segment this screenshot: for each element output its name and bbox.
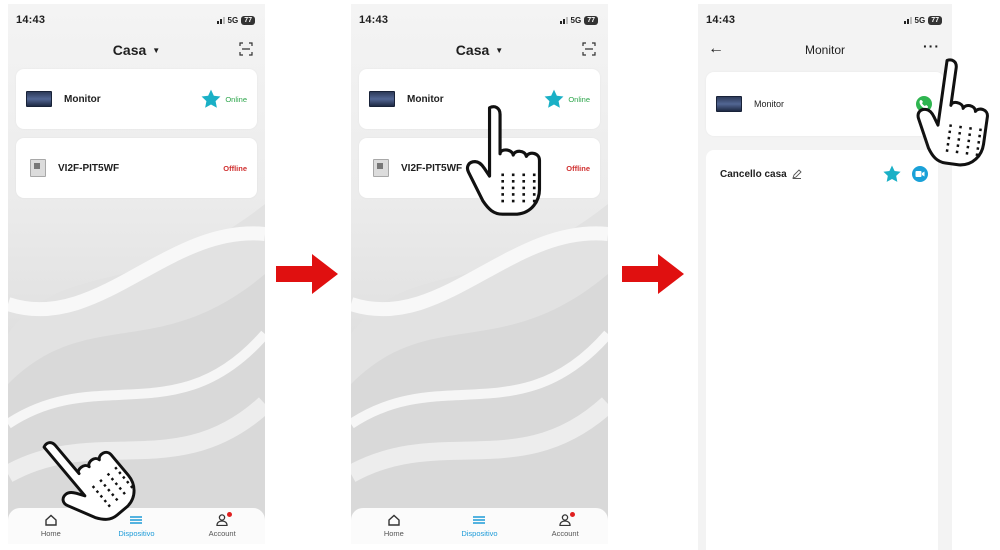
- status-bar: 14:43 5G 77: [359, 11, 598, 29]
- gate-list-panel: Cancello casa: [706, 150, 938, 550]
- devices-icon: [473, 516, 486, 524]
- status-bar: 14:43 5G 77: [706, 11, 942, 29]
- battery-icon: 77: [928, 15, 942, 25]
- network-label: 5G: [914, 15, 926, 25]
- status-bar: 14:43 5G 77: [16, 11, 255, 29]
- tap-hand-icon: [458, 98, 550, 220]
- device-name: Monitor: [754, 99, 785, 109]
- door-panel-device-icon: [373, 159, 389, 177]
- monitor-device-icon: [369, 91, 395, 107]
- status-badge: Offline: [223, 163, 247, 173]
- device-card-monitor[interactable]: Monitor: [706, 72, 944, 136]
- battery-icon: 77: [584, 15, 598, 25]
- status-badge: Offline: [566, 163, 590, 173]
- star-icon[interactable]: [882, 164, 902, 184]
- device-card-monitor[interactable]: Monitor Online: [16, 69, 257, 129]
- battery-icon: 77: [241, 15, 255, 25]
- nav-account[interactable]: Account: [192, 512, 252, 538]
- header: Casa ▼: [351, 36, 608, 64]
- nav-dispositivo[interactable]: Dispositivo: [449, 514, 509, 538]
- network-label: 5G: [227, 15, 239, 25]
- tap-hand-icon: [910, 48, 998, 172]
- chevron-down-icon: ▼: [152, 45, 161, 55]
- monitor-device-icon: [26, 91, 52, 107]
- arrow-right-icon: [622, 254, 684, 294]
- status-time: 14:43: [16, 14, 46, 26]
- chevron-down-icon: ▼: [495, 45, 504, 55]
- signal-icon: [559, 16, 568, 24]
- signal-icon: [903, 16, 912, 24]
- gate-name: Cancello casa: [720, 168, 787, 180]
- nav-home[interactable]: Home: [364, 514, 424, 538]
- status-time: 14:43: [706, 14, 736, 26]
- monitor-device-icon: [716, 96, 742, 112]
- page-title: Monitor: [804, 43, 845, 57]
- status-badge: Online: [568, 94, 590, 104]
- home-icon: [388, 514, 400, 526]
- home-selector[interactable]: Casa ▼: [456, 42, 503, 58]
- door-panel-device-icon: [30, 159, 46, 177]
- arrow-right-icon: [276, 254, 338, 294]
- device-name: VI2F-PIT5WF: [58, 162, 120, 174]
- gate-row-cancello[interactable]: Cancello casa: [720, 164, 928, 184]
- notification-dot: [227, 512, 233, 517]
- scan-icon[interactable]: [582, 42, 596, 56]
- device-card-vi2f[interactable]: VI2F-PIT5WF Offline: [16, 138, 257, 198]
- back-arrow-icon[interactable]: ←: [708, 40, 724, 58]
- status-badge: Online: [225, 94, 247, 104]
- network-label: 5G: [570, 15, 582, 25]
- signal-icon: [216, 16, 225, 24]
- home-title: Casa: [112, 42, 147, 58]
- home-title: Casa: [455, 42, 490, 58]
- tap-hand-icon: [30, 420, 140, 530]
- status-time: 14:43: [359, 14, 389, 26]
- star-icon[interactable]: [200, 88, 222, 110]
- header: Casa ▼: [8, 36, 265, 64]
- edit-pencil-icon[interactable]: [792, 169, 802, 179]
- nav-account[interactable]: Account: [535, 512, 595, 538]
- home-selector[interactable]: Casa ▼: [113, 42, 160, 58]
- bottom-nav: Home Dispositivo Account: [351, 508, 608, 544]
- notification-dot: [570, 512, 576, 517]
- scan-icon[interactable]: [239, 42, 253, 56]
- phone-screen-devices: 14:43 5G 77 Casa ▼ Monitor Online VI2F-P…: [351, 4, 608, 544]
- device-name: Monitor: [64, 93, 101, 105]
